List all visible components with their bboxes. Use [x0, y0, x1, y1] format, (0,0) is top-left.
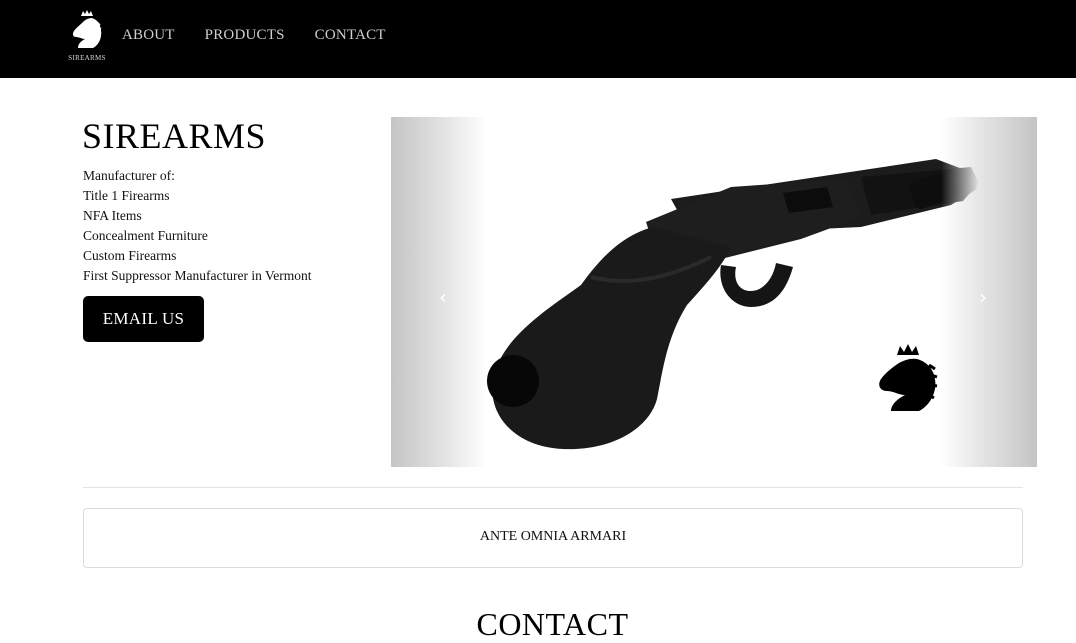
brand-logo[interactable]: SIREARMS: [66, 10, 108, 64]
feature-item: Concealment Furniture: [83, 228, 208, 243]
feature-item: Custom Firearms: [83, 248, 177, 263]
brand-title: SIREARMS: [82, 116, 267, 156]
feature-item: First Suppressor Manufacturer in Vermont: [83, 268, 312, 283]
carousel-next-icon[interactable]: ›: [979, 285, 987, 309]
feature-list: Manufacturer of: Title 1 Firearms NFA It…: [83, 166, 311, 286]
image-carousel: ‹ ›: [391, 117, 1037, 467]
motto-text: ANTE OMNIA ARMARI: [479, 529, 627, 544]
carousel-right-shade: [941, 117, 1037, 467]
nav-links: ABOUT PRODUCTS CONTACT: [122, 27, 416, 44]
feature-item: Manufacturer of:: [83, 168, 175, 183]
motto-panel: ANTE OMNIA ARMARI: [83, 508, 1023, 568]
navbar: SIREARMS ABOUT PRODUCTS CONTACT: [0, 0, 1076, 78]
contact-heading: CONTACT: [476, 606, 629, 642]
knight-logo-icon: [72, 10, 102, 48]
email-us-button[interactable]: EMAIL US: [83, 296, 204, 342]
feature-item: NFA Items: [83, 208, 142, 223]
nav-products[interactable]: PRODUCTS: [205, 27, 285, 44]
knight-crown-logo: [879, 344, 938, 411]
logo-text: SIREARMS: [68, 54, 106, 62]
feature-item: Title 1 Firearms: [83, 188, 170, 203]
nav-contact[interactable]: CONTACT: [315, 27, 386, 44]
section-divider: [83, 487, 1023, 488]
nav-about[interactable]: ABOUT: [122, 27, 175, 44]
carousel-prev-icon[interactable]: ‹: [439, 285, 447, 309]
